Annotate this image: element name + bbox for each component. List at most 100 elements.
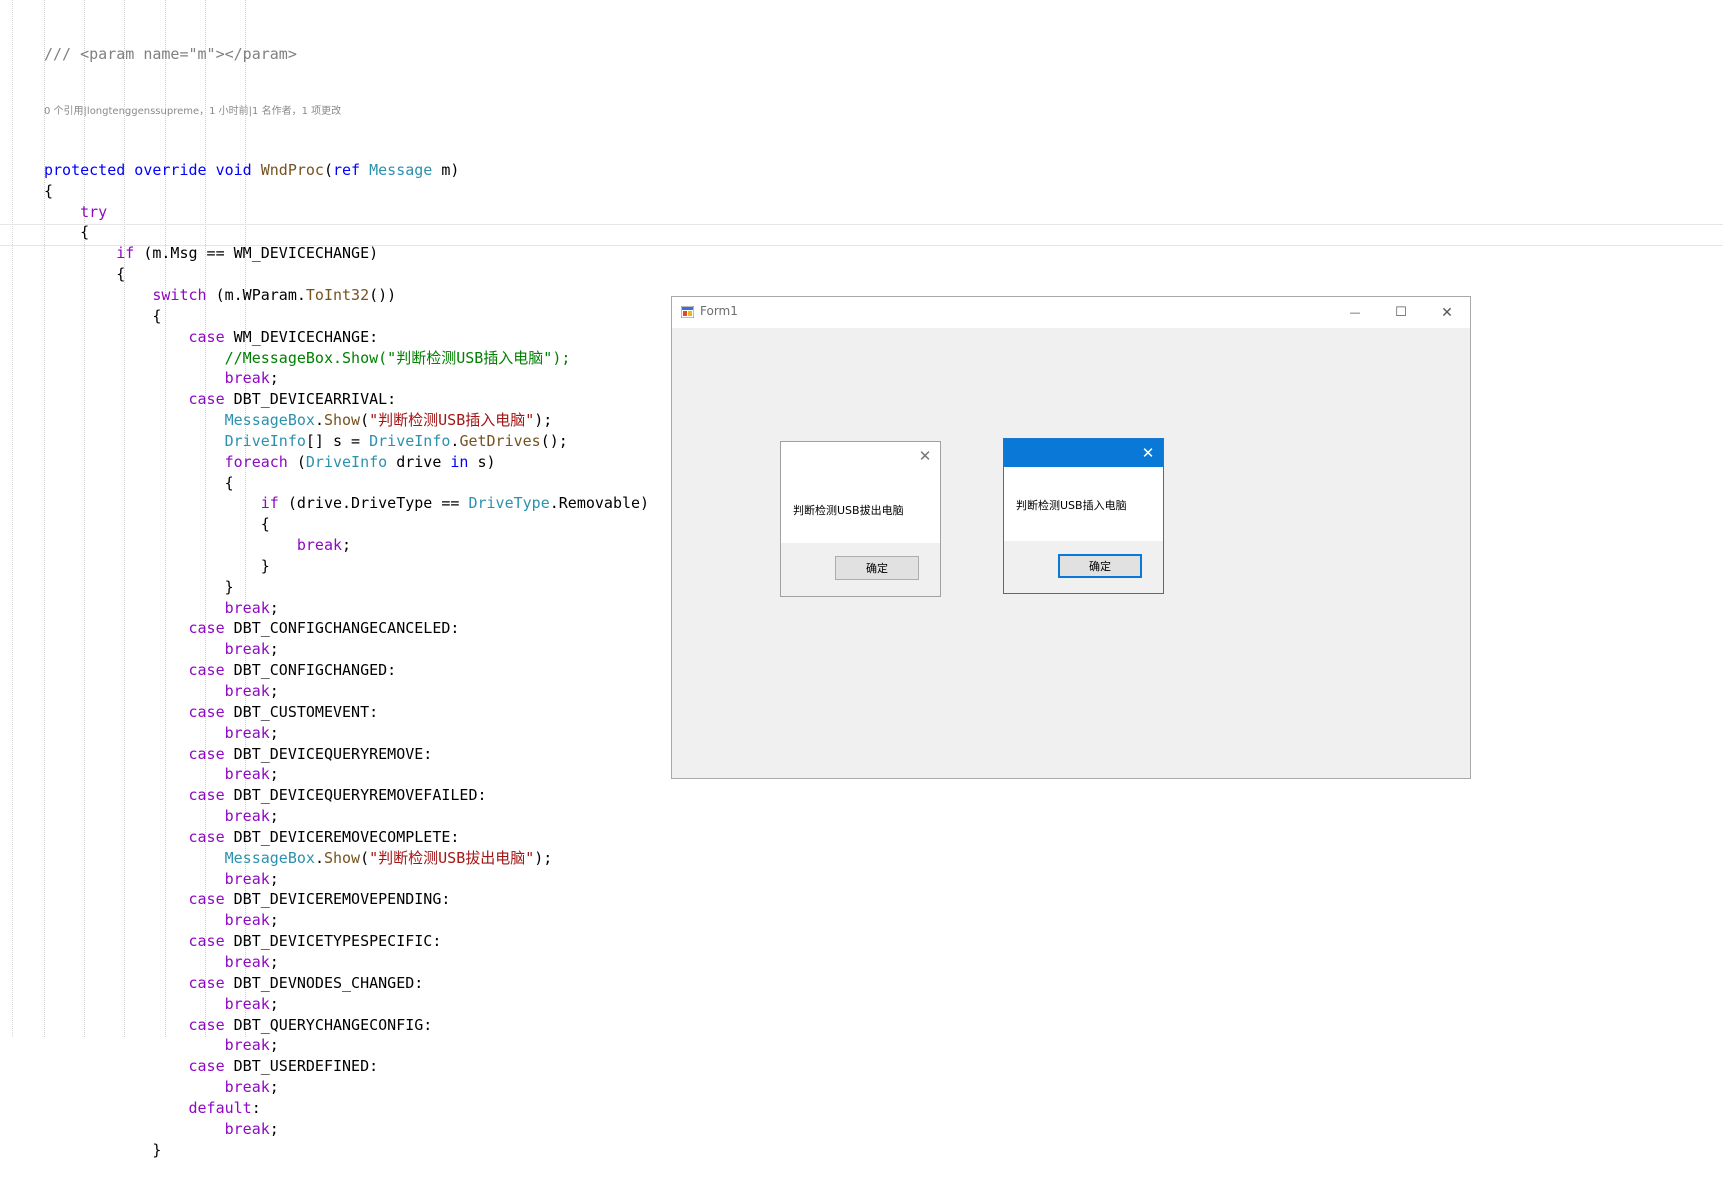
- messagebox-usb-inserted[interactable]: ✕ 判断检测USB插入电脑 确定: [1003, 438, 1164, 594]
- code-line: {: [44, 264, 649, 285]
- code-token: );: [534, 411, 553, 430]
- minimize-icon: —: [1349, 306, 1361, 319]
- maximize-button[interactable]: ☐: [1378, 297, 1424, 328]
- code-line: case DBT_DEVICEREMOVECOMPLETE:: [44, 827, 649, 848]
- code-line: }: [44, 1140, 649, 1161]
- code-line: break;: [44, 723, 649, 744]
- code-token: {: [44, 223, 90, 242]
- code-token: drive: [387, 452, 451, 471]
- code-token-kwp: case: [188, 973, 225, 992]
- code-line: case DBT_QUERYCHANGECONFIG:: [44, 1015, 649, 1036]
- code-token: [] s =: [305, 431, 370, 450]
- code-token: DBT_CONFIGCHANGED:: [224, 661, 397, 680]
- code-token-kwp: break: [224, 765, 270, 784]
- form1-titlebar[interactable]: Form1 — ☐ ✕: [672, 297, 1470, 328]
- messagebox-titlebar[interactable]: ✕: [781, 442, 940, 470]
- code-token-kwp: case: [188, 327, 225, 346]
- code-line: break;: [44, 1119, 649, 1140]
- code-token-kwp: break: [224, 640, 270, 659]
- code-token: (m.Msg == WM_DEVICECHANGE): [134, 244, 379, 263]
- code-line: {: [44, 181, 649, 202]
- code-token-kwp: break: [224, 598, 270, 617]
- code-token: .: [314, 411, 324, 430]
- code-token: ;: [269, 682, 279, 700]
- code-token: ;: [269, 807, 279, 826]
- code-token-kwp: if: [260, 494, 279, 513]
- code-token: {: [44, 265, 126, 284]
- code-line: break;: [44, 869, 649, 890]
- messagebox-footer: 确定: [781, 543, 940, 596]
- code-token-kw: protected override void: [44, 160, 261, 179]
- winforms-app-icon: [681, 306, 694, 318]
- code-token-kwp: case: [188, 390, 225, 409]
- code-token-doc: /// <param name="m"></param>: [44, 44, 297, 63]
- code-token-kwp: case: [188, 932, 225, 951]
- code-token: DBT_DEVNODES_CHANGED:: [224, 973, 424, 992]
- code-token-kwp: break: [224, 369, 270, 388]
- code-line: DriveInfo[] s = DriveInfo.GetDrives();: [44, 431, 649, 452]
- code-token: (m.WParam.: [206, 285, 306, 304]
- code-token-kwp: break: [224, 1078, 270, 1097]
- code-line: case WM_DEVICECHANGE:: [44, 327, 649, 348]
- code-token: DBT_DEVICETYPESPECIFIC:: [224, 932, 442, 951]
- code-token: ;: [269, 1119, 279, 1138]
- code-token: DBT_DEVICEARRIVAL:: [224, 390, 397, 409]
- code-line: break;: [44, 952, 649, 973]
- code-line: if (drive.DriveType == DriveType.Removab…: [44, 493, 649, 514]
- code-token-mt: WndProc: [260, 160, 324, 179]
- code-token-kwp: if: [116, 244, 135, 263]
- ok-button[interactable]: 确定: [835, 556, 919, 580]
- code-token-kwp: switch: [152, 285, 207, 304]
- messagebox-close-button[interactable]: ✕: [910, 442, 940, 470]
- code-line: {: [44, 514, 649, 535]
- code-token-kwp: case: [188, 744, 225, 763]
- code-line: break;: [44, 1035, 649, 1056]
- code-token: }: [44, 577, 234, 596]
- code-token: {: [44, 181, 54, 200]
- code-token-kwp: try: [80, 202, 108, 221]
- code-token-kwp: case: [188, 702, 225, 721]
- code-token: (: [360, 848, 370, 867]
- close-button[interactable]: ✕: [1424, 297, 1470, 328]
- code-token: }: [44, 556, 270, 575]
- code-token: ()): [369, 285, 397, 304]
- code-line: break;: [44, 764, 649, 785]
- form1-title: Form1: [700, 304, 738, 318]
- code-line: case DBT_DEVNODES_CHANGED:: [44, 973, 649, 994]
- messagebox-titlebar[interactable]: ✕: [1004, 439, 1163, 467]
- close-icon: ✕: [918, 447, 932, 465]
- code-token: ();: [540, 431, 568, 450]
- code-token: s): [468, 452, 496, 471]
- messagebox-text: 判断检测USB拔出电脑: [793, 504, 904, 517]
- code-line: break;: [44, 910, 649, 931]
- code-token: );: [534, 848, 553, 867]
- code-line: switch (m.WParam.ToInt32()): [44, 285, 649, 306]
- messagebox-usb-removed[interactable]: ✕ 判断检测USB拔出电脑 确定: [780, 441, 941, 597]
- ok-button[interactable]: 确定: [1058, 554, 1142, 578]
- code-token: {: [44, 515, 270, 534]
- code-token: .: [314, 848, 324, 867]
- code-text[interactable]: /// <param name="m"></param> 0 个引用|longt…: [44, 2, 649, 1202]
- code-line: MessageBox.Show("判断检测USB插入电脑");: [44, 410, 649, 431]
- code-line: {: [44, 306, 649, 327]
- close-icon: ✕: [1141, 444, 1155, 462]
- minimize-button[interactable]: —: [1332, 297, 1378, 328]
- code-token-kwp: default: [188, 1098, 252, 1117]
- code-line: break;: [44, 994, 649, 1015]
- codelens-info[interactable]: 0 个引用|longtenggenssupreme，1 小时前|1 名作者，1 …: [44, 106, 649, 118]
- messagebox-close-button[interactable]: ✕: [1133, 439, 1163, 467]
- code-token: {: [44, 473, 234, 492]
